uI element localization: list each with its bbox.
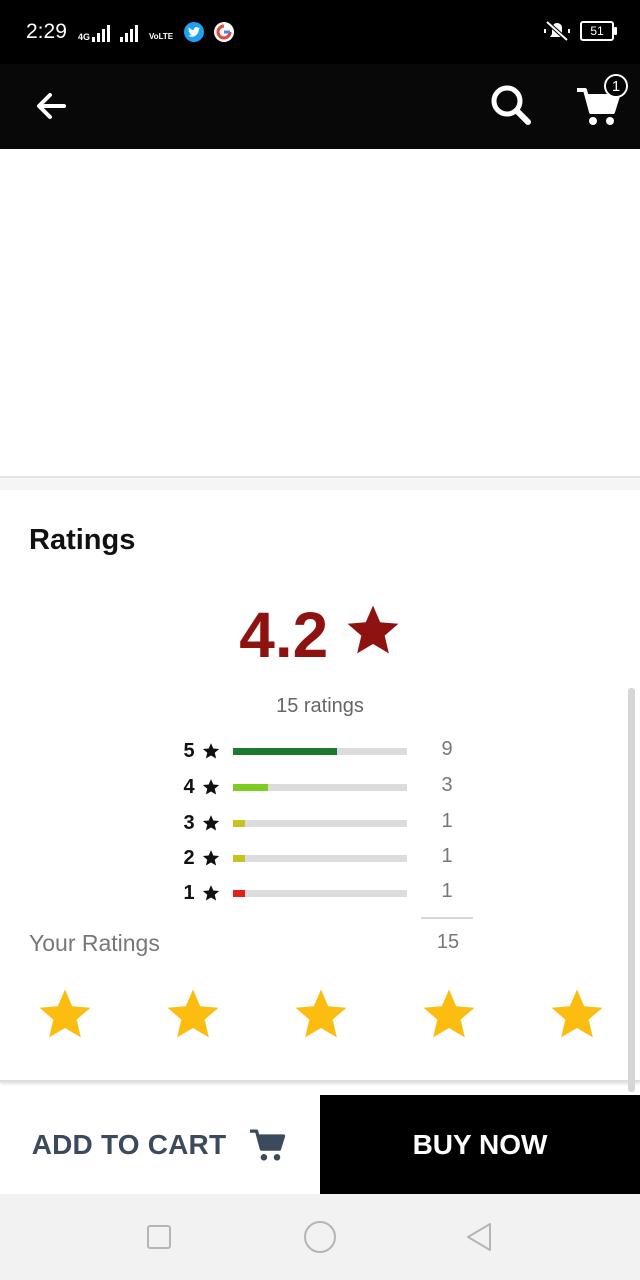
rate-star-5-icon[interactable] [549,986,605,1042]
rating-row-count: 9 [441,738,453,760]
rating-bar-fill [233,784,268,791]
rating-row-stars: 3 [183,812,195,834]
search-icon [491,85,531,125]
average-star-icon [347,605,399,654]
back-arrow-icon [37,93,66,119]
signal-icon-2 [120,24,139,42]
cart-count-badge: 1 [604,74,628,98]
rating-bar-fill [233,748,338,755]
rating-row-count: 1 [441,880,453,902]
cart-icon [250,1128,286,1161]
star-icon [202,779,220,795]
scrollbar[interactable] [628,688,635,1092]
star-icon [202,885,220,901]
ratings-card: Ratings 4.2 15 ratings 5 9 4 3 3 1 2 1 1… [0,490,640,1082]
rating-row-5: 5 9 [180,738,480,764]
nav-back-icon[interactable] [464,1221,494,1253]
rating-row-4: 4 3 [180,774,480,800]
rating-bar-fill [233,855,245,862]
rating-bar-track [233,748,407,755]
product-image-area [0,149,640,478]
recent-apps-icon[interactable] [147,1225,171,1249]
add-to-cart-label: ADD TO CART [31,1128,227,1160]
buy-now-label: BUY NOW [412,1128,548,1160]
rating-bar-track [233,784,407,791]
volte-icon: VoLTE [148,32,174,41]
average-rating: 4.2 [0,598,640,672]
ratings-title: Ratings [29,524,136,556]
network-type: 4G [78,32,91,42]
mute-icon [544,20,570,42]
system-nav-bar [0,1194,640,1280]
network-badge: 4G [78,24,111,42]
signal-icon [92,24,111,42]
home-icon[interactable] [304,1221,336,1253]
rating-row-count: 1 [441,845,453,867]
google-icon [214,22,235,42]
section-divider [0,478,640,490]
rating-bar-track [233,855,407,862]
back-button[interactable] [30,84,74,128]
rate-star-3-icon[interactable] [293,986,349,1042]
rating-row-2: 2 1 [180,845,480,871]
rating-bar-track [233,820,407,827]
average-rating-value: 4.2 [239,599,329,671]
rate-star-1-icon[interactable] [37,986,93,1042]
star-icon [202,743,220,759]
rating-bar-track [233,890,407,897]
rating-row-count: 3 [441,774,453,796]
user-rating-stars [37,986,607,1042]
rating-bar-fill [233,890,245,897]
ratings-count: 15 ratings [276,695,364,717]
status-time: 2:29 [26,20,67,43]
total-ratings-count: 15 [436,931,460,953]
cart-button[interactable]: 1 [574,74,630,130]
action-bar: ADD TO CART BUY NOW [0,1095,640,1194]
rating-row-stars: 4 [183,776,195,798]
status-bar: 2:29 4G VoLTE 51 [0,0,640,64]
sum-divider [421,917,473,919]
battery-icon: 51 [580,21,617,41]
rate-star-4-icon[interactable] [421,986,477,1042]
rating-row-stars: 5 [183,740,195,762]
rating-row-count: 1 [441,810,453,832]
star-icon [202,815,220,831]
status-right-icons: 51 [544,20,617,42]
rating-row-1: 1 1 [180,880,480,906]
app-bar: 1 [0,64,640,149]
star-icon [202,850,220,866]
buy-now-button[interactable]: BUY NOW [320,1095,640,1194]
twitter-icon [184,22,205,42]
search-button[interactable] [488,82,534,128]
rating-row-stars: 1 [183,882,195,904]
rate-star-2-icon[interactable] [165,986,221,1042]
rating-row-3: 3 1 [180,810,480,836]
your-ratings-label: Your Ratings [29,930,160,956]
status-left-icons: 4G VoLTE [78,22,235,42]
rating-bar-fill [233,820,245,827]
add-to-cart-button[interactable]: ADD TO CART [0,1095,320,1194]
rating-row-stars: 2 [183,847,195,869]
